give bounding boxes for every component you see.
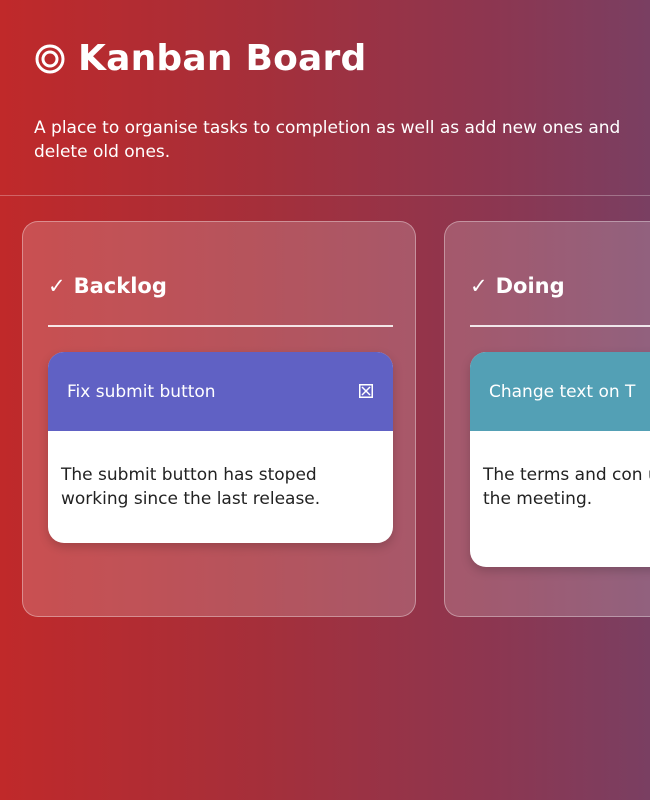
card-body: The terms and con updating as per the me…: [483, 465, 650, 509]
column-divider: [48, 325, 393, 327]
delete-icon[interactable]: [359, 384, 373, 398]
column-doing: ✓ Doing Change text on T The terms and c…: [444, 221, 650, 617]
column-title: Backlog: [73, 274, 167, 298]
task-card[interactable]: Change text on T The terms and con updat…: [470, 352, 650, 567]
column-title: Doing: [495, 274, 565, 298]
task-card[interactable]: Fix submit button The submit button has …: [48, 352, 393, 543]
page-title: Kanban Board: [78, 38, 367, 79]
kanban-board: Kanban Board A place to organise tasks t…: [0, 0, 650, 800]
column-header: ✓ Backlog: [48, 274, 167, 298]
check-icon: ✓: [470, 274, 488, 298]
card-header: Fix submit button: [48, 352, 393, 431]
title-row: Kanban Board: [34, 38, 366, 79]
column-header: ✓ Doing: [470, 274, 565, 298]
check-icon: ✓: [48, 274, 66, 298]
target-icon: [35, 44, 65, 73]
card-title: Fix submit button: [67, 381, 216, 402]
page-header: Kanban Board A place to organise tasks t…: [0, 0, 650, 196]
column-backlog: ✓ Backlog Fix submit button The submit b…: [22, 221, 416, 617]
page-description: A place to organise tasks to completion …: [34, 118, 621, 162]
card-body: The submit button has stoped working sin…: [61, 465, 321, 509]
card-header: Change text on T: [470, 352, 650, 431]
card-title: Change text on T: [489, 381, 636, 402]
column-divider: [470, 325, 650, 327]
